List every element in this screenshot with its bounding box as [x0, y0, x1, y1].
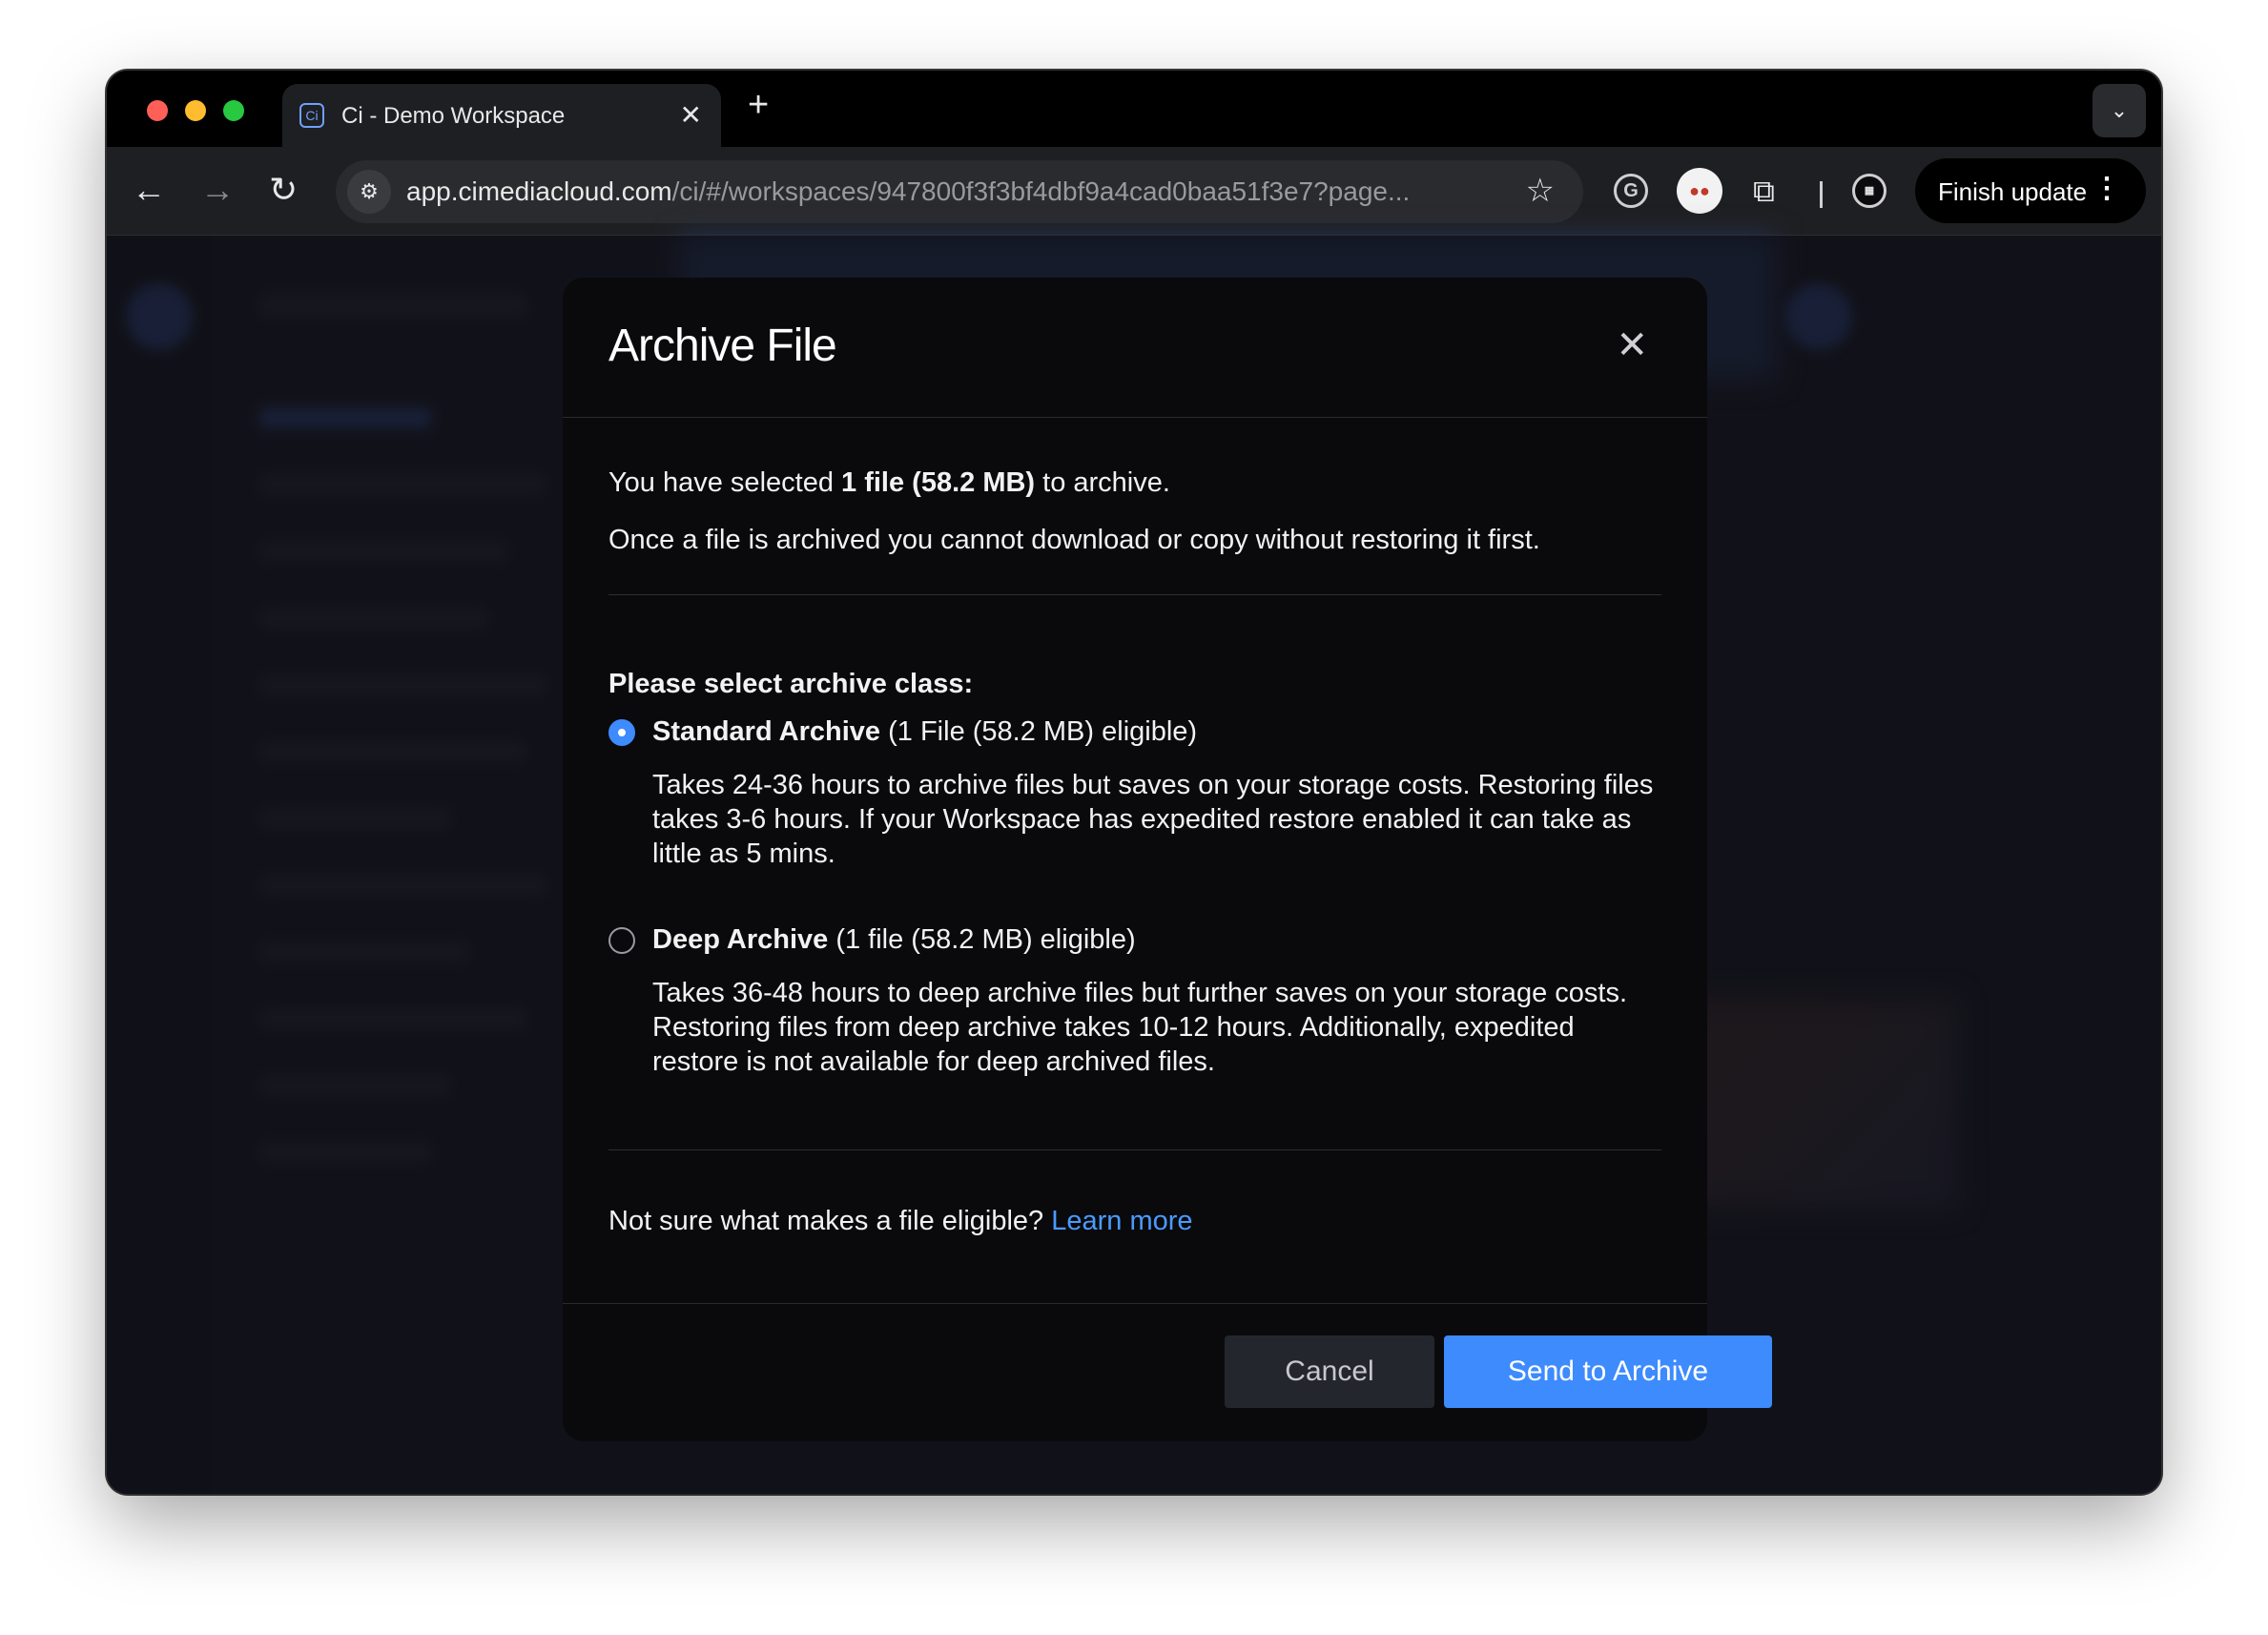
selection-count: 1 file (58.2 MB) — [841, 467, 1036, 498]
url-text[interactable]: app.cimediacloud.com/ci/#/workspaces/947… — [406, 176, 1503, 207]
maximize-window-button[interactable] — [223, 100, 244, 121]
close-icon[interactable]: ✕ — [1616, 323, 1648, 367]
deep-archive-name: Deep Archive — [652, 924, 829, 955]
dialog-footer-divider — [563, 1303, 1707, 1304]
browser-window: Ci Ci - Demo Workspace ✕ + ⌄ ← → ↻ ⚙ app… — [107, 71, 2161, 1494]
selection-suffix: to archive. — [1035, 467, 1170, 498]
back-arrow-icon[interactable]: ← — [132, 166, 166, 214]
url-host: app.cimediacloud.com — [406, 176, 672, 206]
finish-update-button[interactable]: Finish update ⋮ — [1915, 158, 2146, 223]
standard-archive-eligibility: (1 File (58.2 MB) eligible) — [880, 716, 1198, 747]
cancel-button[interactable]: Cancel — [1225, 1335, 1434, 1408]
minimize-window-button[interactable] — [185, 100, 206, 121]
bookmark-star-icon[interactable]: ☆ — [1526, 172, 1555, 210]
ci-favicon-icon: Ci — [299, 103, 324, 128]
tab-strip: Ci Ci - Demo Workspace ✕ + ⌄ — [107, 71, 2161, 147]
deep-archive-eligibility: (1 file (58.2 MB) eligible) — [828, 924, 1136, 955]
tab-search-icon[interactable]: ⌄ — [2093, 84, 2146, 137]
forward-arrow-icon[interactable]: → — [200, 166, 235, 214]
learn-more-link[interactable]: Learn more — [1051, 1206, 1192, 1236]
toolbar-divider — [1820, 181, 1823, 208]
extension-icon[interactable]: ▦ — [1852, 174, 1887, 208]
archive-class-heading: Please select archive class: — [608, 669, 974, 699]
deep-archive-radio[interactable] — [608, 927, 635, 954]
profile-avatar-icon[interactable]: ●● — [1677, 168, 1722, 214]
browser-tab[interactable]: Ci Ci - Demo Workspace ✕ — [282, 84, 721, 147]
divider — [608, 1149, 1661, 1150]
new-tab-button[interactable]: + — [748, 86, 769, 124]
site-info-icon[interactable]: ⚙ — [347, 170, 391, 214]
archive-warning: Once a file is archived you cannot downl… — [608, 525, 1540, 555]
tab-close-icon[interactable]: ✕ — [680, 99, 702, 131]
archive-file-dialog: Archive File ✕ You have selected 1 file … — [563, 278, 1772, 1441]
browser-toolbar: ← → ↻ ⚙ app.cimediacloud.com/ci/#/worksp… — [107, 147, 2161, 236]
address-bar[interactable]: ⚙ app.cimediacloud.com/ci/#/workspaces/9… — [336, 160, 1583, 223]
dialog-header: Archive File ✕ — [563, 278, 1707, 418]
reload-icon[interactable]: ↻ — [269, 166, 298, 214]
tab-title: Ci - Demo Workspace — [341, 103, 566, 129]
grammarly-icon[interactable]: G — [1614, 174, 1648, 208]
divider — [608, 594, 1661, 595]
eligibility-question: Not sure what makes a file eligible? — [608, 1206, 1052, 1236]
selection-prefix: You have selected — [608, 467, 842, 498]
deep-archive-label[interactable]: Deep Archive (1 file (58.2 MB) eligible) — [652, 924, 1136, 956]
send-to-archive-button[interactable]: Send to Archive — [1444, 1335, 1772, 1408]
finish-update-label: Finish update — [1938, 177, 2088, 206]
eligibility-help: Not sure what makes a file eligible? Lea… — [608, 1206, 1193, 1237]
deep-archive-description: Takes 36-48 hours to deep archive files … — [652, 978, 1627, 1077]
selection-summary: You have selected 1 file (58.2 MB) to ar… — [608, 467, 1170, 499]
url-path: /ci/#/workspaces/947800f3f3bf4dbf9a4cad0… — [671, 176, 1411, 206]
standard-archive-radio[interactable] — [608, 719, 635, 746]
extensions-puzzle-icon[interactable]: ⧉ — [1753, 174, 1787, 208]
dialog-title: Archive File — [608, 321, 837, 371]
standard-archive-description: Takes 24-36 hours to archive files but s… — [652, 770, 1654, 869]
close-window-button[interactable] — [147, 100, 168, 121]
standard-archive-name: Standard Archive — [652, 716, 881, 747]
more-vert-icon[interactable]: ⋮ — [2093, 172, 2121, 205]
standard-archive-label[interactable]: Standard Archive (1 File (58.2 MB) eligi… — [652, 716, 1197, 748]
